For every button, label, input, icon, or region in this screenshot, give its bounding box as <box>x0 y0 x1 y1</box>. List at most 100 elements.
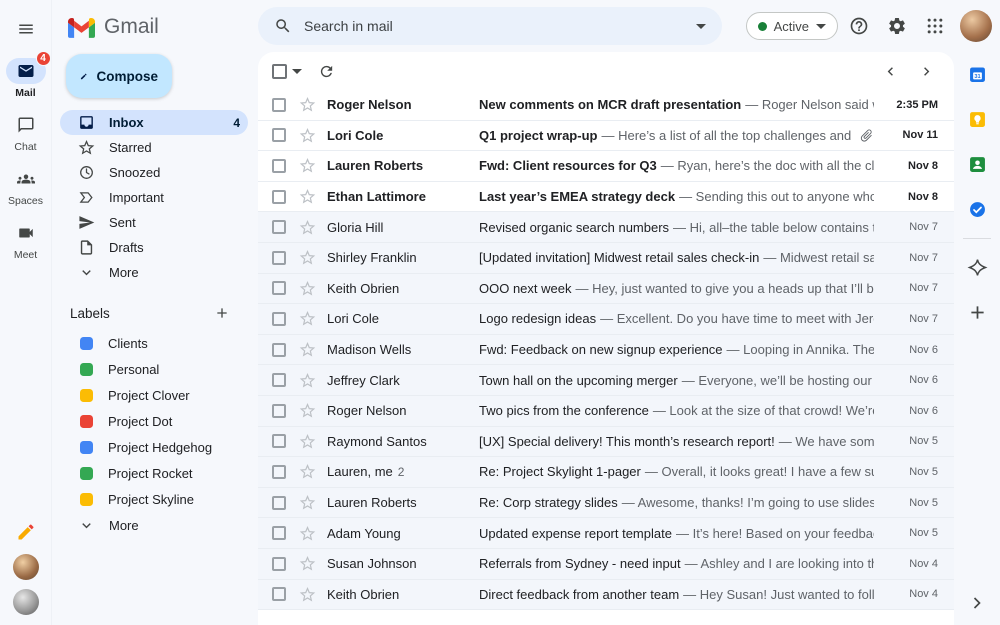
newer-page-button[interactable] <box>876 57 904 85</box>
email-row[interactable]: Shirley Franklin [Updated invitation] Mi… <box>258 242 954 274</box>
star-button[interactable] <box>299 96 316 113</box>
compose-button[interactable]: Compose <box>66 54 172 98</box>
email-row[interactable]: Gloria Hill Revised organic search numbe… <box>258 212 954 243</box>
email-row[interactable]: Adam Young Updated expense report templa… <box>258 518 954 549</box>
star-button[interactable] <box>299 219 316 236</box>
email-row[interactable]: Lauren Roberts Fwd: Client resources for… <box>258 151 954 182</box>
email-checkbox[interactable] <box>272 158 286 173</box>
email-checkbox[interactable] <box>272 311 286 326</box>
show-side-panel-button[interactable] <box>967 593 987 613</box>
calendar-button[interactable]: 31 <box>967 64 988 85</box>
tertiary-account-avatar[interactable] <box>12 589 39 615</box>
email-row[interactable]: Keith Obrien Direct feedback from anothe… <box>258 579 954 611</box>
star-button[interactable] <box>299 188 316 205</box>
main-menu-button[interactable] <box>9 12 43 46</box>
email-snippet: — Ashley and I are looking into the Sydn… <box>684 556 874 572</box>
star-button[interactable] <box>299 310 316 327</box>
email-checkbox[interactable] <box>272 97 286 112</box>
sidebar-item-snoozed[interactable]: Snoozed <box>60 160 248 185</box>
email-row[interactable]: Raymond Santos [UX] Special delivery! Th… <box>258 426 954 458</box>
rail-item-mail[interactable]: 4 Mail <box>5 51 51 99</box>
star-button[interactable] <box>299 157 316 174</box>
email-row[interactable]: Lauren Roberts Re: Corp strategy slides —… <box>258 487 954 519</box>
star-button[interactable] <box>299 341 316 358</box>
contacts-button[interactable] <box>967 154 988 175</box>
star-button[interactable] <box>299 249 316 266</box>
apps-button[interactable] <box>918 9 952 43</box>
help-button[interactable] <box>842 9 876 43</box>
sidebar-label[interactable]: Project Skyline <box>60 487 248 512</box>
email-checkbox[interactable] <box>272 556 286 571</box>
sidebar-item-drafts[interactable]: Drafts <box>60 235 248 260</box>
email-row[interactable]: Lauren, me 2 Re: Project Skylight 1-pager… <box>258 457 954 488</box>
email-checkbox[interactable] <box>272 464 286 479</box>
sidebar-item-sent[interactable]: Sent <box>60 210 248 235</box>
star-button[interactable] <box>299 402 316 419</box>
email-checkbox[interactable] <box>272 220 286 235</box>
refresh-button[interactable] <box>312 57 340 85</box>
email-checkbox[interactable] <box>272 250 286 265</box>
sidebar-item-more[interactable]: More <box>60 260 248 285</box>
rail-item-meet[interactable]: Meet <box>6 220 46 261</box>
sidebar-label[interactable]: Personal <box>60 357 248 382</box>
select-all-checkbox[interactable] <box>272 63 287 79</box>
search-input[interactable] <box>304 18 684 34</box>
star-button[interactable] <box>299 586 316 603</box>
sidebar-label[interactable]: Clients <box>60 331 248 356</box>
pencil-icon[interactable] <box>16 522 36 545</box>
rail-item-chat[interactable]: Chat <box>6 112 46 153</box>
sidebar-label[interactable]: Project Dot <box>60 409 248 434</box>
email-row[interactable]: Roger Nelson Two pics from the conferenc… <box>258 395 954 427</box>
email-checkbox[interactable] <box>272 495 286 510</box>
email-checkbox[interactable] <box>272 434 286 449</box>
star-button[interactable] <box>299 372 316 389</box>
sidebar-item-important[interactable]: Important <box>60 185 248 210</box>
star-button[interactable] <box>299 433 316 450</box>
email-checkbox[interactable] <box>272 526 286 541</box>
keep-button[interactable] <box>967 109 988 130</box>
email-row[interactable]: Keith Obrien OOO next week — Hey, just wa… <box>258 273 954 305</box>
settings-button[interactable] <box>880 9 914 43</box>
sidebar-label[interactable]: Project Hedgehog <box>60 435 248 460</box>
email-checkbox[interactable] <box>272 342 286 357</box>
star-button[interactable] <box>299 525 316 542</box>
older-page-button[interactable] <box>912 57 940 85</box>
star-button[interactable] <box>299 463 316 480</box>
star-button[interactable] <box>299 280 316 297</box>
secondary-account-avatar[interactable] <box>12 554 39 580</box>
search-options-icon[interactable] <box>696 23 706 29</box>
email-checkbox[interactable] <box>272 403 286 418</box>
email-row[interactable]: Lori Cole Logo redesign ideas — Excellent… <box>258 304 954 335</box>
status-selector[interactable]: Active <box>745 12 838 40</box>
sidebar-item-inbox[interactable]: Inbox 4 <box>60 110 248 135</box>
email-checkbox[interactable] <box>272 128 286 143</box>
select-options-icon[interactable] <box>292 68 302 74</box>
email-checkbox[interactable] <box>272 373 286 388</box>
get-addons-button[interactable] <box>967 302 988 323</box>
create-label-button[interactable] <box>212 303 232 323</box>
email-checkbox[interactable] <box>272 189 286 204</box>
email-row[interactable]: Lori Cole Q1 project wrap-up — Here’s a l… <box>258 120 954 152</box>
email-row[interactable]: Jeffrey Clark Town hall on the upcoming … <box>258 365 954 396</box>
email-row[interactable]: Roger Nelson New comments on MCR draft p… <box>258 90 954 121</box>
email-row[interactable]: Ethan Lattimore Last year’s EMEA strateg… <box>258 181 954 213</box>
tasks-button[interactable] <box>967 199 988 220</box>
addon-button[interactable] <box>967 257 988 278</box>
email-checkbox[interactable] <box>272 281 286 296</box>
message-count: 2 <box>397 465 405 480</box>
email-checkbox[interactable] <box>272 587 286 602</box>
email-subject-line: [Updated invitation] Midwest retail sale… <box>479 250 874 265</box>
rail-item-spaces[interactable]: Spaces <box>6 166 46 207</box>
star-button[interactable] <box>299 494 316 511</box>
sidebar-item-starred[interactable]: Starred <box>60 135 248 160</box>
star-button[interactable] <box>299 555 316 572</box>
sidebar-labels-more[interactable]: More <box>60 513 248 538</box>
sidebar-label[interactable]: Project Clover <box>60 383 248 408</box>
sidebar-label[interactable]: Project Rocket <box>60 461 248 486</box>
profile-avatar[interactable] <box>960 10 992 42</box>
email-snippet: — Everyone, we’ll be hosting our second … <box>681 372 874 388</box>
search-bar[interactable] <box>258 7 722 45</box>
star-button[interactable] <box>299 127 316 144</box>
email-row[interactable]: Susan Johnson Referrals from Sydney - ne… <box>258 548 954 580</box>
email-row[interactable]: Madison Wells Fwd: Feedback on new signu… <box>258 334 954 366</box>
